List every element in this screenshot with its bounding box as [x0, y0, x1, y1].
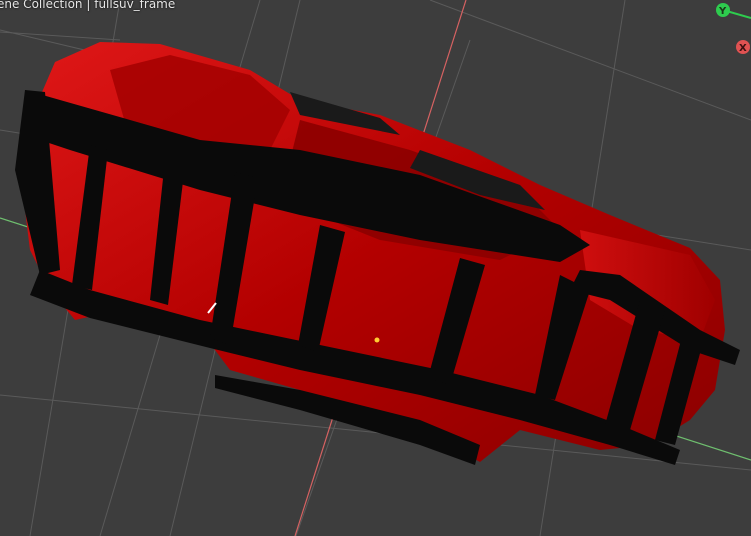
gizmo-x-label: X [739, 43, 747, 54]
3d-viewport[interactable]: Y X ene Collection | fullsuv_frame [0, 0, 751, 536]
viewport-breadcrumb: ene Collection | fullsuv_frame [0, 0, 176, 11]
viewport-canvas[interactable]: Y X [0, 0, 751, 536]
gizmo-y-label: Y [718, 6, 727, 17]
object-origin [374, 337, 380, 343]
navigation-gizmo[interactable]: Y X [716, 3, 751, 54]
